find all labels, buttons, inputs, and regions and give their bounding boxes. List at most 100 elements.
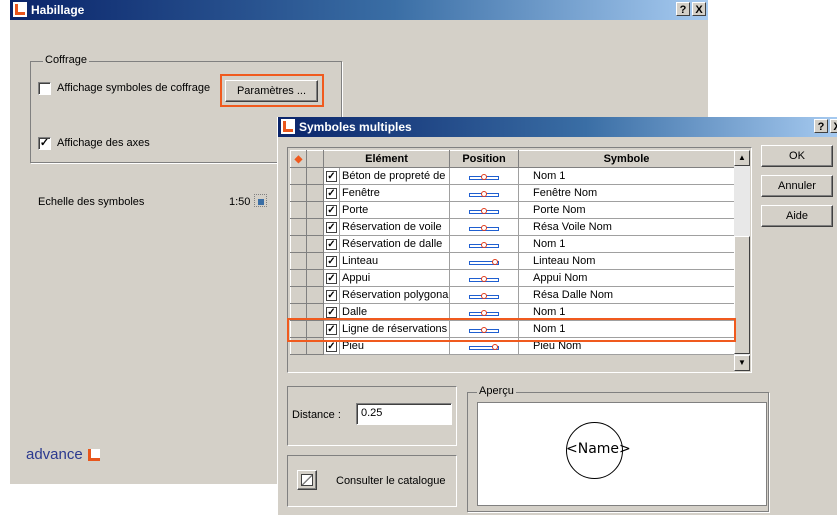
axes-checkbox-label: Affichage des axes <box>57 137 150 149</box>
row-symbol[interactable]: Nom 1 <box>518 235 736 253</box>
row-checkbox[interactable]: ✓ <box>326 273 337 284</box>
scale-value: 1:50 <box>229 196 251 208</box>
grid-header-symbol[interactable]: Symbole <box>518 150 736 168</box>
catalog-icon-button[interactable] <box>297 470 317 490</box>
row-header[interactable] <box>290 201 307 219</box>
axes-checkbox[interactable]: ✓ <box>38 137 51 150</box>
position-symbol-icon <box>469 190 500 199</box>
table-row[interactable]: ✓ Réservation polygonal Résa Dalle Nom <box>290 286 736 304</box>
row-checkbox[interactable]: ✓ <box>326 222 337 233</box>
grid-header-element[interactable]: Elément <box>322 150 451 168</box>
grid-header-position[interactable]: Position <box>449 150 520 168</box>
row-checkbox-cell[interactable]: ✓ <box>323 184 340 202</box>
distance-label: Distance : <box>292 409 341 421</box>
row-header[interactable] <box>290 252 307 270</box>
scroll-thumb[interactable] <box>734 236 750 354</box>
grid-corner[interactable]: ◆ <box>290 150 307 168</box>
row-checkbox-cell[interactable]: ✓ <box>323 286 340 304</box>
row-selector[interactable] <box>306 167 324 185</box>
ok-button[interactable]: OK <box>761 145 833 167</box>
row-checkbox[interactable]: ✓ <box>326 188 337 199</box>
row-element[interactable]: Béton de propreté de <box>338 167 451 185</box>
row-selector[interactable] <box>306 201 324 219</box>
row-position[interactable] <box>449 252 520 270</box>
table-row[interactable]: ✓ Réservation de dalle Nom 1 <box>290 235 736 253</box>
row-checkbox[interactable]: ✓ <box>326 307 337 318</box>
row-symbol[interactable]: Résa Voile Nom <box>518 218 736 236</box>
row-checkbox-cell[interactable]: ✓ <box>323 269 340 287</box>
table-row[interactable]: ✓ Réservation de voile Résa Voile Nom <box>290 218 736 236</box>
row-header[interactable] <box>290 167 307 185</box>
row-selector[interactable] <box>306 218 324 236</box>
row-position[interactable] <box>449 235 520 253</box>
row-element[interactable]: Réservation de voile <box>338 218 451 236</box>
row-selector[interactable] <box>306 252 324 270</box>
row-highlight <box>287 318 736 342</box>
grid-scrollbar[interactable]: ▲ ▼ <box>734 150 750 371</box>
row-checkbox-cell[interactable]: ✓ <box>323 167 340 185</box>
catalog-label[interactable]: Consulter le catalogue <box>336 475 445 487</box>
distance-input[interactable]: 0.25 <box>356 403 452 425</box>
row-header[interactable] <box>290 184 307 202</box>
row-checkbox[interactable]: ✓ <box>326 205 337 216</box>
row-selector[interactable] <box>306 235 324 253</box>
annuler-button[interactable]: Annuler <box>761 175 833 197</box>
row-symbol[interactable]: Linteau Nom <box>518 252 736 270</box>
scale-picker-icon[interactable] <box>254 194 267 207</box>
row-checkbox[interactable]: ✓ <box>326 256 337 267</box>
row-checkbox-cell[interactable]: ✓ <box>323 235 340 253</box>
table-row[interactable]: ✓ Fenêtre Fenêtre Nom <box>290 184 736 202</box>
position-symbol-icon <box>469 241 500 250</box>
row-checkbox-cell[interactable]: ✓ <box>323 252 340 270</box>
row-symbol[interactable]: Fenêtre Nom <box>518 184 736 202</box>
row-checkbox-cell[interactable]: ✓ <box>323 218 340 236</box>
row-position[interactable] <box>449 218 520 236</box>
grid-header-row: ◆ Elément Position Symbole <box>290 150 736 168</box>
row-position[interactable] <box>449 167 520 185</box>
close-title-button[interactable]: X <box>692 2 706 16</box>
help-title-button[interactable]: ? <box>676 2 690 16</box>
row-element[interactable]: Réservation de dalle <box>338 235 451 253</box>
row-position[interactable] <box>449 184 520 202</box>
row-header[interactable] <box>290 269 307 287</box>
brand-text: advance <box>26 446 83 463</box>
row-element[interactable]: Appui <box>338 269 451 287</box>
row-checkbox-cell[interactable]: ✓ <box>323 201 340 219</box>
symbols-checkbox[interactable] <box>38 82 51 95</box>
row-checkbox[interactable]: ✓ <box>326 290 337 301</box>
row-position[interactable] <box>449 201 520 219</box>
row-selector[interactable] <box>306 286 324 304</box>
dialog-close-title-button[interactable]: X <box>830 119 837 133</box>
aide-button[interactable]: Aide <box>761 205 833 227</box>
row-element[interactable]: Porte <box>338 201 451 219</box>
habillage-titlebar[interactable]: Habillage ? X <box>10 0 708 20</box>
row-symbol[interactable]: Porte Nom <box>518 201 736 219</box>
table-row[interactable]: ✓ Porte Porte Nom <box>290 201 736 219</box>
row-symbol[interactable]: Appui Nom <box>518 269 736 287</box>
row-position[interactable] <box>449 286 520 304</box>
table-row[interactable]: ✓ Appui Appui Nom <box>290 269 736 287</box>
position-symbol-icon <box>469 309 500 318</box>
scroll-down-arrow-icon[interactable]: ▼ <box>734 355 750 371</box>
row-symbol[interactable]: Résa Dalle Nom <box>518 286 736 304</box>
row-element[interactable]: Fenêtre <box>338 184 451 202</box>
brand-mark-icon <box>87 449 100 461</box>
row-checkbox[interactable]: ✓ <box>326 341 337 352</box>
symboles-titlebar[interactable]: Symboles multiples ? X <box>278 117 837 137</box>
scroll-up-arrow-icon[interactable]: ▲ <box>734 150 750 166</box>
row-checkbox[interactable]: ✓ <box>326 171 337 182</box>
table-row[interactable]: ✓ Linteau Linteau Nom <box>290 252 736 270</box>
row-selector[interactable] <box>306 184 324 202</box>
row-element[interactable]: Linteau <box>338 252 451 270</box>
row-position[interactable] <box>449 269 520 287</box>
table-row[interactable]: ✓ Béton de propreté de Nom 1 <box>290 167 736 185</box>
row-header[interactable] <box>290 286 307 304</box>
row-checkbox[interactable]: ✓ <box>326 239 337 250</box>
row-header[interactable] <box>290 235 307 253</box>
row-element[interactable]: Réservation polygonal <box>338 286 451 304</box>
row-symbol[interactable]: Nom 1 <box>518 167 736 185</box>
dialog-help-title-button[interactable]: ? <box>814 119 828 133</box>
row-selector[interactable] <box>306 269 324 287</box>
preview-group-label: Aperçu <box>477 385 516 397</box>
row-header[interactable] <box>290 218 307 236</box>
